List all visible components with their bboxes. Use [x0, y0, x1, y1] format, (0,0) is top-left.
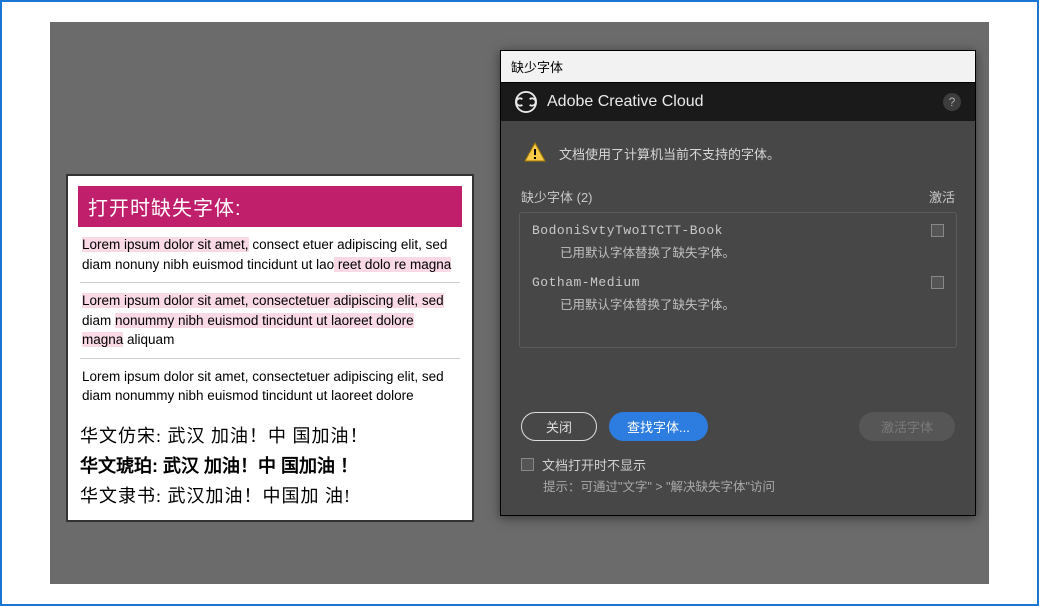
footer-hint: 提示：可通过"文字" > "解决缺失字体"访问	[521, 474, 955, 495]
activate-column-label: 激活	[929, 187, 955, 206]
help-icon[interactable]: ?	[943, 93, 961, 111]
font-item: Gotham-Medium 已用默认字体替换了缺失字体。	[532, 275, 944, 313]
font-name: Gotham-Medium	[532, 275, 640, 290]
dialog-body: 文档使用了计算机当前不支持的字体。 缺少字体 (2) 激活 BodoniSvty…	[501, 121, 975, 515]
warning-row: 文档使用了计算机当前不支持的字体。	[519, 135, 957, 183]
paragraph-3: Lorem ipsum dolor sit amet, consectetuer…	[80, 367, 460, 414]
dont-show-checkbox[interactable]	[521, 458, 534, 471]
find-fonts-button[interactable]: 查找字体...	[609, 412, 708, 441]
paragraph-2: Lorem ipsum dolor sit amet, consectetuer…	[80, 291, 460, 359]
close-button[interactable]: 关闭	[521, 412, 597, 441]
creative-cloud-bar: Adobe Creative Cloud ?	[501, 83, 975, 121]
chinese-line-3: 华文隶书: 武汉加油！中国加 油!	[80, 482, 460, 508]
font-item: BodoniSvtyTwoITCTT-Book 已用默认字体替换了缺失字体。	[532, 223, 944, 261]
missing-fonts-dialog: 缺少字体 Adobe Creative Cloud ? 文档使用了计算机当前不支…	[500, 50, 976, 516]
dialog-title: 缺少字体	[501, 51, 975, 83]
document-title-bar: 打开时缺失字体:	[78, 186, 462, 227]
missing-fonts-label: 缺少字体 (2)	[521, 187, 593, 206]
activate-fonts-button: 激活字体	[859, 412, 955, 441]
dont-show-label: 文档打开时不显示	[542, 455, 646, 474]
font-name: BodoniSvtyTwoITCTT-Book	[532, 223, 723, 238]
creative-cloud-label: Adobe Creative Cloud	[547, 93, 943, 111]
chinese-line-2: 华文琥珀: 武汉 加油！中 国加油 ！	[80, 452, 460, 478]
paragraph-1: Lorem ipsum dolor sit amet, consect etue…	[80, 235, 460, 283]
chinese-line-1: 华文仿宋: 武汉 加油！中 国加油！	[80, 422, 460, 448]
font-list-header: 缺少字体 (2) 激活	[519, 183, 957, 212]
font-status: 已用默认字体替换了缺失字体。	[532, 238, 944, 261]
warning-text: 文档使用了计算机当前不支持的字体。	[559, 144, 780, 163]
activate-checkbox[interactable]	[931, 276, 944, 289]
document-preview: 打开时缺失字体: Lorem ipsum dolor sit amet, con…	[66, 174, 474, 522]
dialog-footer: 文档打开时不显示 提示：可通过"文字" > "解决缺失字体"访问	[519, 451, 957, 501]
activate-checkbox[interactable]	[931, 224, 944, 237]
app-workspace: 打开时缺失字体: Lorem ipsum dolor sit amet, con…	[50, 22, 989, 584]
warning-icon	[523, 141, 547, 165]
creative-cloud-icon	[515, 91, 537, 113]
font-list: BodoniSvtyTwoITCTT-Book 已用默认字体替换了缺失字体。 G…	[519, 212, 957, 348]
font-status: 已用默认字体替换了缺失字体。	[532, 290, 944, 313]
button-row: 关闭 查找字体... 激活字体	[519, 408, 957, 451]
